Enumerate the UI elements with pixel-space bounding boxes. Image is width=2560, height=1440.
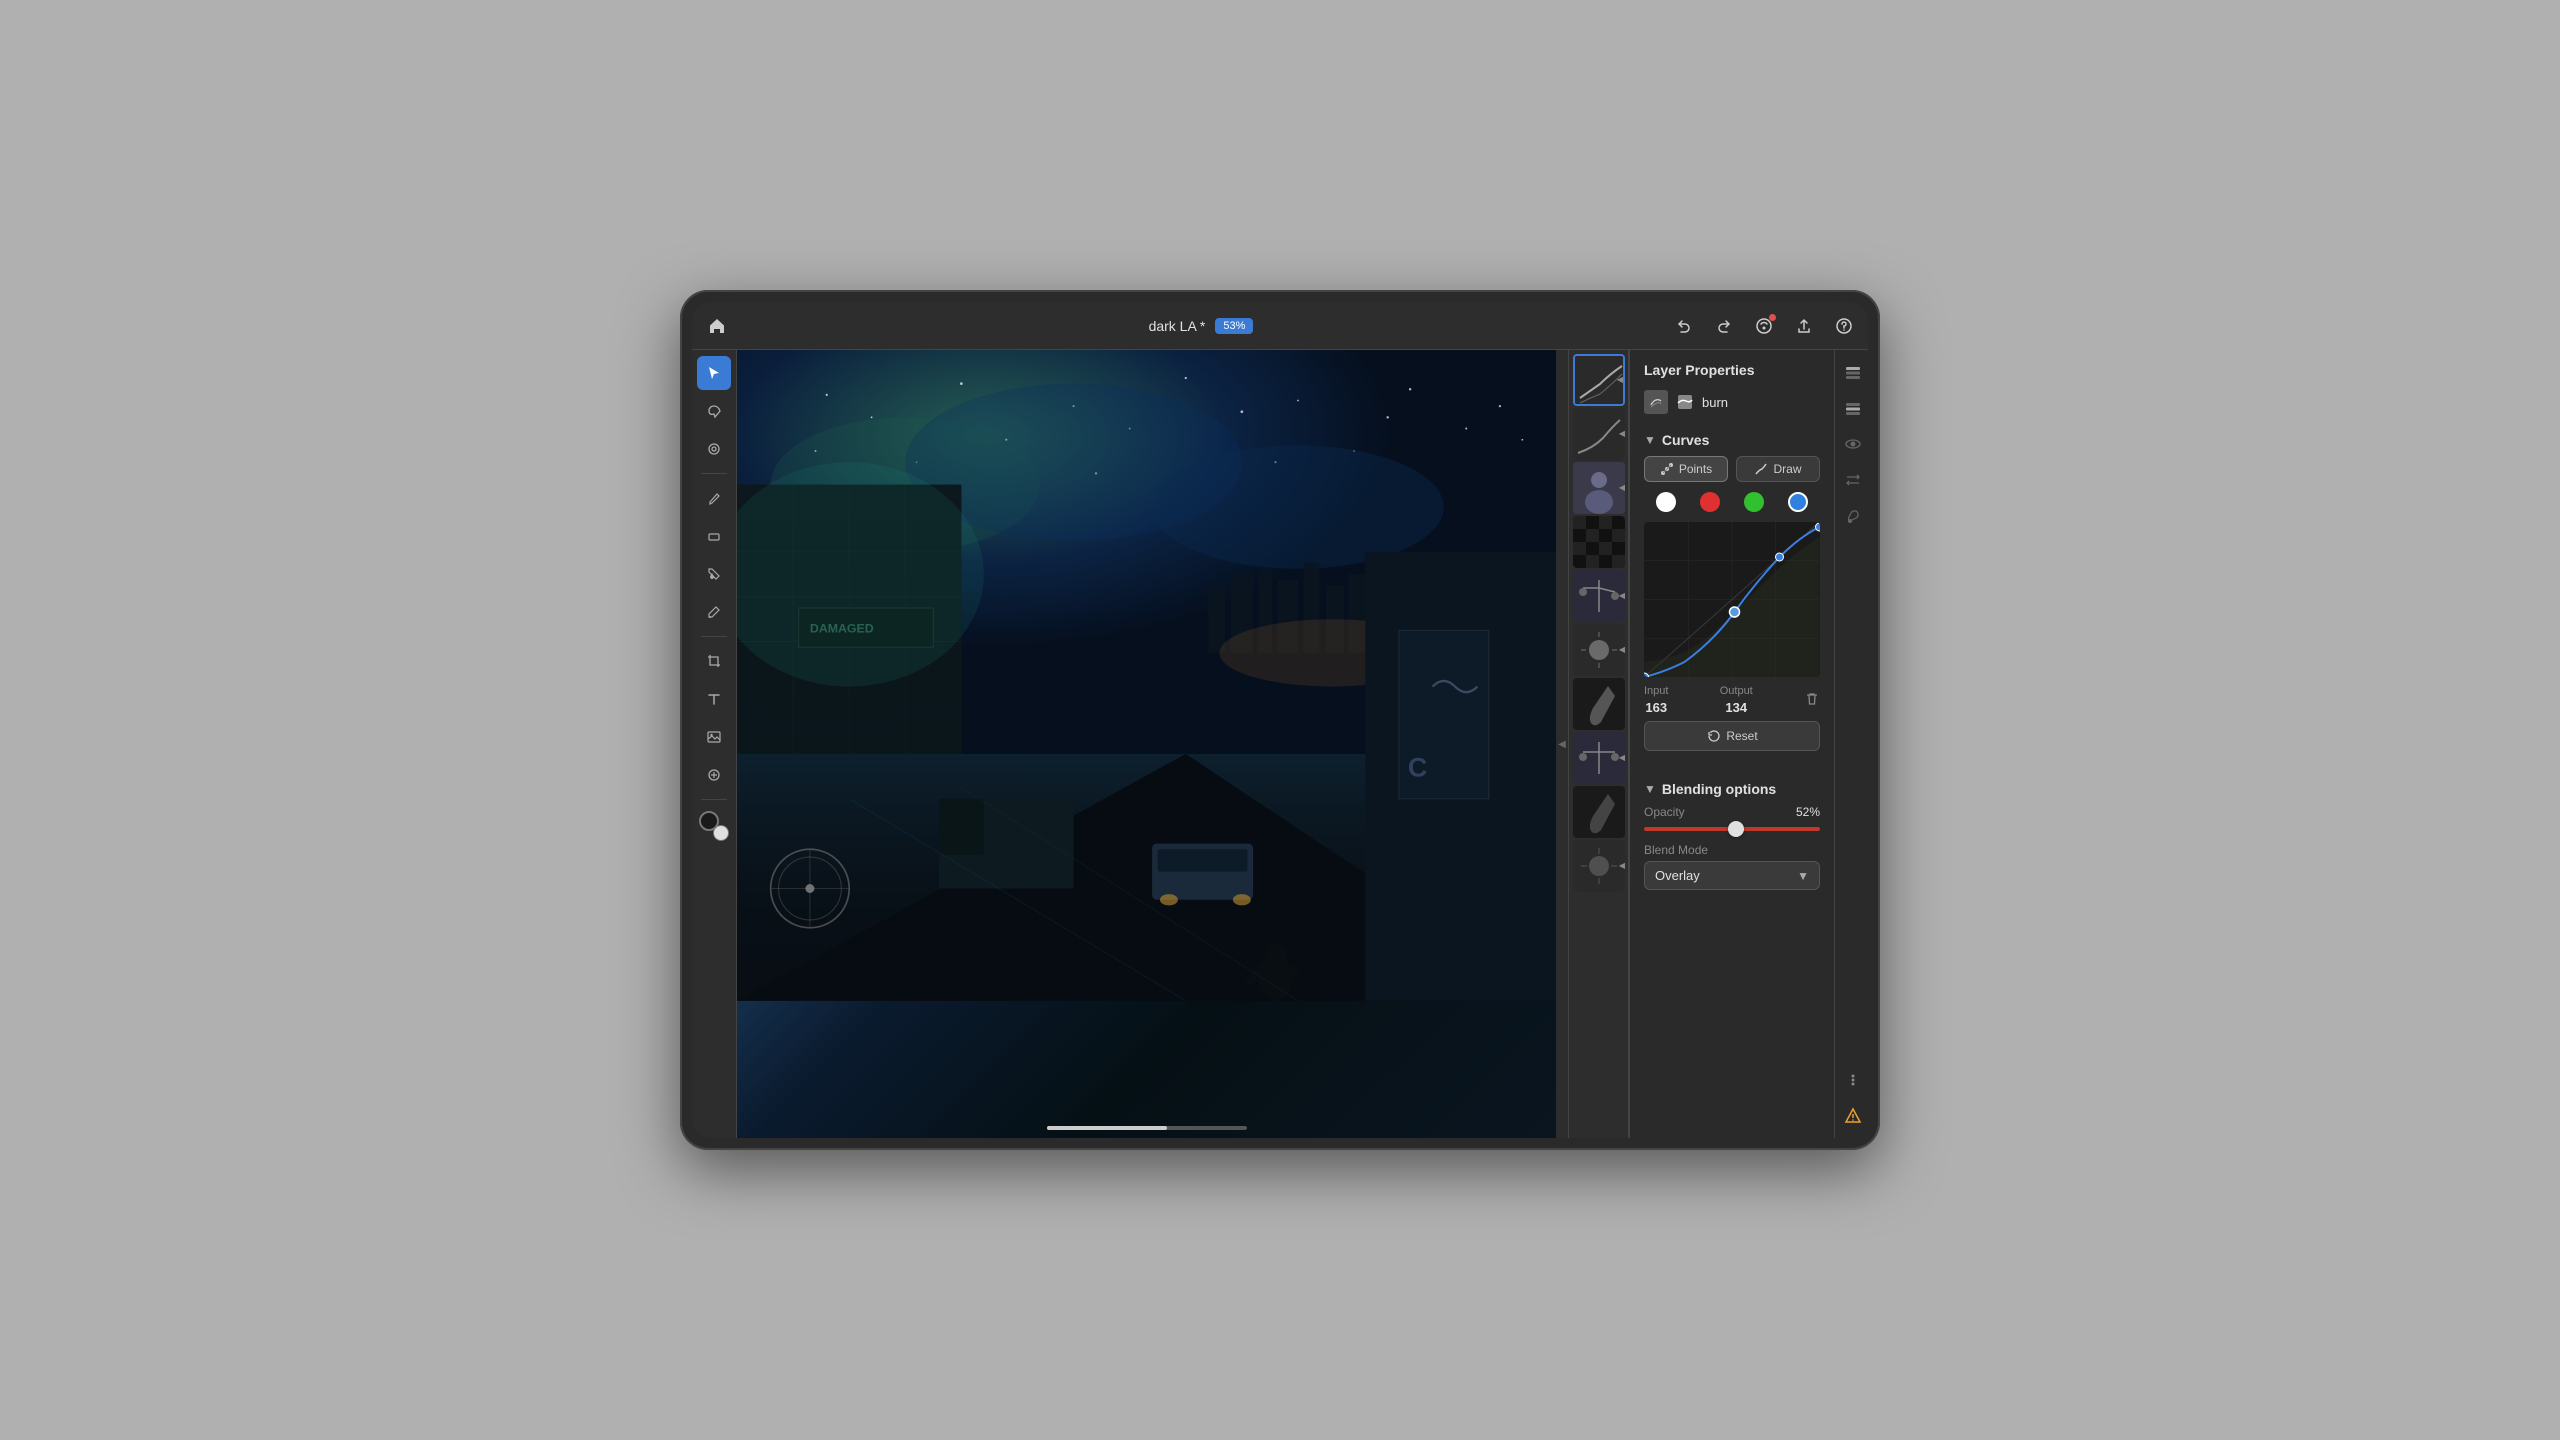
layer-name: burn: [1702, 395, 1728, 410]
undo-button[interactable]: [1670, 312, 1698, 340]
output-group: Output 134: [1720, 685, 1753, 715]
layer-thumb-5[interactable]: ◀: [1573, 570, 1625, 622]
image-tool[interactable]: [697, 720, 731, 754]
fill-tool[interactable]: [697, 557, 731, 591]
canvas-area[interactable]: DAMAGED: [737, 350, 1556, 1138]
delete-point-button[interactable]: [1804, 691, 1820, 710]
panel-header: Layer Properties: [1630, 350, 1834, 386]
curves-graph[interactable]: [1644, 522, 1820, 677]
curves-title: Curves: [1662, 432, 1709, 448]
layer-thumb-2[interactable]: ◀: [1573, 408, 1625, 460]
curves-mode-buttons: Points Draw: [1644, 456, 1820, 482]
color-channels: [1644, 492, 1820, 512]
blending-section: Opacity 52% Blend Mode Overlay ▼: [1630, 805, 1834, 900]
notification-button[interactable]: [1750, 312, 1778, 340]
share-button[interactable]: [1790, 312, 1818, 340]
layer-icon: [1644, 390, 1668, 414]
document-title: dark LA *: [1149, 318, 1206, 334]
home-button[interactable]: [702, 311, 732, 341]
scroll-indicator: [1047, 1126, 1247, 1130]
input-group: Input 163: [1644, 685, 1668, 715]
more-options-button[interactable]: [1839, 1066, 1867, 1094]
red-channel[interactable]: [1700, 492, 1720, 512]
paint-icon[interactable]: [1839, 502, 1867, 530]
panel-title: Layer Properties: [1644, 362, 1755, 378]
blending-title: Blending options: [1662, 781, 1776, 797]
zoom-level[interactable]: 53%: [1215, 318, 1253, 334]
layer-thumb-6[interactable]: ◀: [1573, 624, 1625, 676]
left-toolbar: [692, 350, 737, 1138]
select-tool[interactable]: [697, 356, 731, 390]
panel-collapse[interactable]: ◀: [1556, 350, 1568, 1138]
layer-thumb-8[interactable]: ◀: [1573, 732, 1625, 784]
adjustments-icon[interactable]: [1839, 394, 1867, 422]
layer-thumb-9[interactable]: [1573, 786, 1625, 838]
blue-channel[interactable]: [1788, 492, 1808, 512]
opacity-row: Opacity 52%: [1644, 805, 1820, 819]
crop-tool[interactable]: [697, 644, 731, 678]
curves-section: Points Draw: [1630, 456, 1834, 773]
layer-thumbnails-panel: ◀ ◀ ◀: [1568, 350, 1628, 1138]
text-tool[interactable]: [697, 682, 731, 716]
color-swatches[interactable]: [699, 811, 729, 841]
layer-thumb-10[interactable]: ◀: [1573, 840, 1625, 892]
layers-panel-icon[interactable]: [1839, 358, 1867, 386]
layer-thumb-1[interactable]: ◀: [1573, 354, 1625, 406]
lasso-tool[interactable]: [697, 394, 731, 428]
draw-button[interactable]: Draw: [1736, 456, 1820, 482]
selection-brush-tool[interactable]: [697, 432, 731, 466]
svg-text:C: C: [1408, 752, 1427, 782]
layer-thumb-7[interactable]: [1573, 678, 1625, 730]
layer-thumb-3[interactable]: ◀: [1573, 462, 1625, 514]
eyedropper-tool[interactable]: [697, 758, 731, 792]
input-output-row: Input 163 Output 134: [1644, 685, 1820, 715]
eraser-tool[interactable]: [697, 519, 731, 553]
layer-mode-row: burn: [1630, 386, 1834, 424]
right-panel: Layer Properties: [1629, 350, 1834, 1138]
points-button[interactable]: Points: [1644, 456, 1728, 482]
top-bar: dark LA * 53%: [692, 302, 1868, 350]
pen-tool[interactable]: [697, 481, 731, 515]
visibility-icon[interactable]: [1839, 430, 1867, 458]
redo-button[interactable]: [1710, 312, 1738, 340]
layer-thumb-4[interactable]: [1573, 516, 1625, 568]
reset-button[interactable]: Reset: [1644, 721, 1820, 751]
swap-icon[interactable]: [1839, 466, 1867, 494]
curves-section-header[interactable]: ▼ Curves: [1630, 424, 1834, 456]
blend-mode-label: Blend Mode: [1644, 843, 1820, 857]
help-button[interactable]: [1830, 312, 1858, 340]
rgb-channel[interactable]: [1656, 492, 1676, 512]
opacity-slider[interactable]: [1644, 827, 1820, 831]
blending-section-header[interactable]: ▼ Blending options: [1630, 773, 1834, 805]
green-channel[interactable]: [1744, 492, 1764, 512]
color-picker-tool[interactable]: [697, 595, 731, 629]
blend-mode-select[interactable]: Overlay ▼: [1644, 861, 1820, 890]
warning-icon: [1839, 1102, 1867, 1130]
